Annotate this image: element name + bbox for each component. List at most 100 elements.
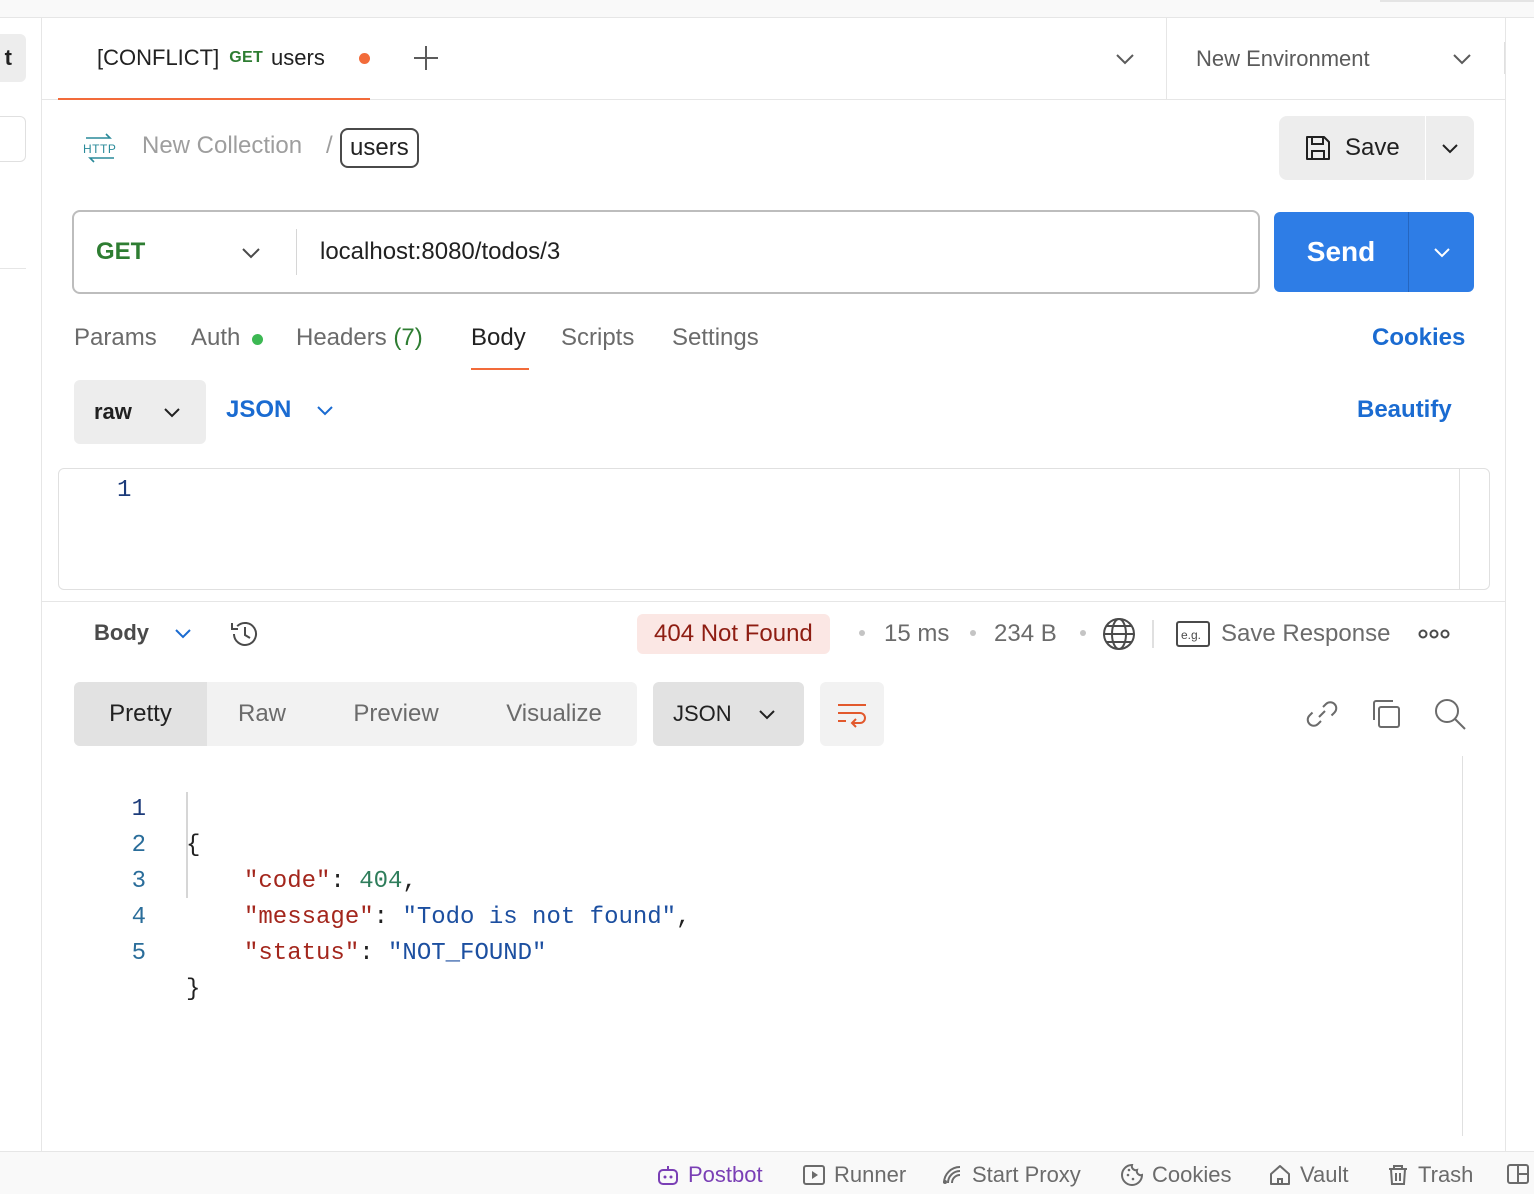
- method-divider: [296, 229, 297, 275]
- tab-body[interactable]: Body: [471, 324, 526, 352]
- cookies-button[interactable]: Cookies: [1120, 1162, 1231, 1188]
- layout-toggle-button[interactable]: [1506, 1162, 1534, 1186]
- url-input[interactable]: [320, 232, 1220, 272]
- send-options-button[interactable]: [1409, 212, 1474, 292]
- tab-headers[interactable]: Headers (7): [296, 324, 423, 352]
- start-proxy-button[interactable]: Start Proxy: [940, 1162, 1081, 1188]
- view-tab-visualize[interactable]: Visualize: [474, 682, 634, 746]
- save-icon: [1306, 136, 1330, 160]
- sidebar: t: [0, 18, 42, 1151]
- runner-icon: [803, 1165, 825, 1185]
- view-tab-preview[interactable]: Preview: [332, 682, 460, 746]
- code-line: 4 "status": "NOT_FOUND": [42, 864, 1442, 967]
- response-view-tabs: Pretty Raw Preview Visualize: [74, 682, 637, 746]
- code-text: "status": "NOT_FOUND": [244, 940, 547, 967]
- save-options-button[interactable]: [1426, 116, 1474, 180]
- environment-label: New Environment: [1196, 46, 1370, 71]
- line-number: 1: [117, 477, 132, 504]
- vault-icon: [1270, 1165, 1290, 1185]
- cookie-icon: [1121, 1163, 1144, 1186]
- status-badge[interactable]: 404 Not Found: [637, 614, 830, 654]
- send-button-group: Send: [1274, 212, 1474, 292]
- window-top-strip: [0, 0, 1534, 18]
- response-time[interactable]: 15 ms: [884, 620, 949, 648]
- response-format-dropdown[interactable]: JSON: [653, 682, 804, 746]
- response-size[interactable]: 234 B: [994, 620, 1057, 648]
- globe-icon[interactable]: [1101, 616, 1137, 652]
- line-number: 5: [131, 940, 146, 967]
- tab-users[interactable]: [CONFLICT] GET users: [58, 18, 370, 100]
- code-text: }: [186, 976, 201, 1003]
- headers-count: (7): [393, 324, 423, 351]
- svg-text:HTTP: HTTP: [83, 142, 116, 156]
- json-value: "NOT_FOUND": [388, 940, 547, 967]
- meta-separator-dot: [859, 630, 865, 636]
- response-scrollbar[interactable]: [1462, 756, 1463, 1136]
- send-button[interactable]: Send: [1274, 212, 1408, 292]
- runner-button[interactable]: Runner: [802, 1162, 906, 1188]
- trash-icon: [1389, 1165, 1407, 1185]
- body-mode-dropdown[interactable]: raw: [74, 380, 206, 444]
- body-mode-label: raw: [94, 399, 132, 424]
- save-response-button[interactable]: Save Response: [1221, 620, 1390, 648]
- workspace-button[interactable]: t: [0, 34, 26, 82]
- editor-scrollbar[interactable]: [1459, 469, 1460, 589]
- body-language-dropdown[interactable]: JSON: [226, 396, 335, 424]
- copy-icon[interactable]: [1368, 696, 1404, 732]
- example-icon: e.g.: [1176, 620, 1210, 648]
- code-line: 1 {: [42, 756, 1442, 859]
- breadcrumb-request-name[interactable]: users: [340, 128, 419, 168]
- postbot-button[interactable]: Postbot: [656, 1162, 763, 1188]
- chevron-down-icon: [175, 629, 191, 639]
- tab-name: users: [271, 45, 325, 70]
- vault-button[interactable]: Vault: [1268, 1162, 1349, 1188]
- save-label: Save: [1345, 134, 1400, 161]
- body-language-label: JSON: [226, 396, 292, 423]
- request-body-editor[interactable]: 1: [58, 468, 1490, 590]
- http-icon: HTTP: [80, 130, 120, 166]
- response-section-label: Body: [94, 620, 149, 645]
- code-line: 3 "message": "Todo is not found",: [42, 828, 1442, 931]
- trash-button[interactable]: Trash: [1386, 1162, 1473, 1188]
- json-key: "status": [244, 940, 360, 967]
- code-line: 2 "code": 404,: [42, 792, 1442, 895]
- save-button[interactable]: Save: [1279, 116, 1425, 180]
- tab-prefix: [CONFLICT]: [97, 45, 220, 70]
- chevron-down-icon: [317, 406, 334, 416]
- start-proxy-label: Start Proxy: [972, 1162, 1081, 1187]
- chevron-down-icon: [1116, 54, 1134, 65]
- wrap-lines-button[interactable]: [820, 682, 884, 746]
- response-body-viewer[interactable]: 1 { 2 "code": 404, 3 "message": "Todo is…: [42, 756, 1490, 1136]
- tab-bar: [CONFLICT] GET users New Environment: [42, 18, 1506, 100]
- breadcrumb-separator: /: [326, 132, 333, 159]
- tab-settings[interactable]: Settings: [672, 324, 759, 352]
- method-label: GET: [96, 238, 146, 265]
- beautify-button[interactable]: Beautify: [1357, 396, 1452, 424]
- response-divider[interactable]: [42, 601, 1505, 602]
- auth-status-dot-icon: [252, 334, 263, 345]
- new-tab-button[interactable]: [412, 44, 440, 72]
- tab-params[interactable]: Params: [74, 324, 157, 352]
- trash-label: Trash: [1418, 1162, 1474, 1187]
- view-tab-raw[interactable]: Raw: [207, 682, 317, 746]
- view-tab-pretty[interactable]: Pretty: [74, 682, 207, 746]
- status-bar: Postbot Runner Start Proxy Cookies Vault: [0, 1151, 1534, 1194]
- url-bar: GET: [72, 210, 1260, 294]
- environment-selector[interactable]: New Environment: [1166, 18, 1506, 100]
- top-strip-nub: [1380, 0, 1534, 2]
- right-sidebar-edge: [1505, 18, 1534, 1151]
- breadcrumb-collection[interactable]: New Collection: [142, 132, 302, 160]
- tab-scripts[interactable]: Scripts: [561, 324, 634, 352]
- method-selector[interactable]: GET: [74, 212, 296, 292]
- link-icon[interactable]: [1304, 696, 1340, 732]
- more-icon[interactable]: [1418, 626, 1450, 642]
- save-button-group: Save: [1279, 116, 1474, 180]
- tabs-dropdown-button[interactable]: [1114, 48, 1136, 70]
- cookies-link[interactable]: Cookies: [1372, 324, 1465, 352]
- meta-separator-dot: [1080, 630, 1086, 636]
- sidebar-search-input[interactable]: [0, 116, 26, 162]
- search-icon[interactable]: [1432, 696, 1468, 732]
- response-section-dropdown[interactable]: Body: [94, 620, 193, 646]
- history-icon[interactable]: [228, 617, 262, 651]
- tab-auth[interactable]: Auth: [191, 324, 240, 352]
